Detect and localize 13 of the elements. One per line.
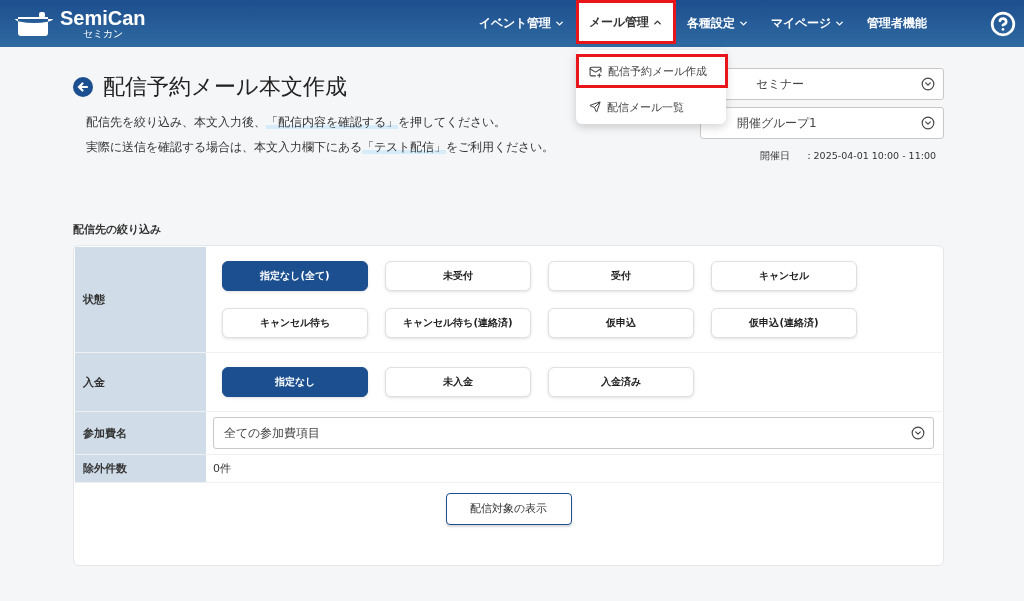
row-label: 入金 — [75, 353, 206, 411]
date-label: 開催日 — [759, 150, 790, 163]
row-label: 参加費名 — [75, 412, 206, 454]
row-label: 除外件数 — [75, 455, 206, 482]
row-label: 状態 — [75, 247, 206, 352]
logo-kana: セミカン — [82, 28, 123, 39]
cell-value: 0件 — [213, 461, 231, 476]
date-value: ：2025-04-01 10:00 - 11:00 — [803, 150, 936, 163]
description-text: 配信先を絞り込み、本文入力後、「配信内容を確認する」を押してください。 — [86, 114, 507, 131]
page-title: 配信予約メール本文作成 — [103, 73, 347, 101]
description-text: 実際に送信を確認する場合は、本文入力欄下にある「テスト配信」をご利用ください。 — [86, 139, 554, 156]
section-title: 配信先の絞り込み — [73, 222, 162, 237]
logo-name: SemiCan — [60, 8, 146, 28]
